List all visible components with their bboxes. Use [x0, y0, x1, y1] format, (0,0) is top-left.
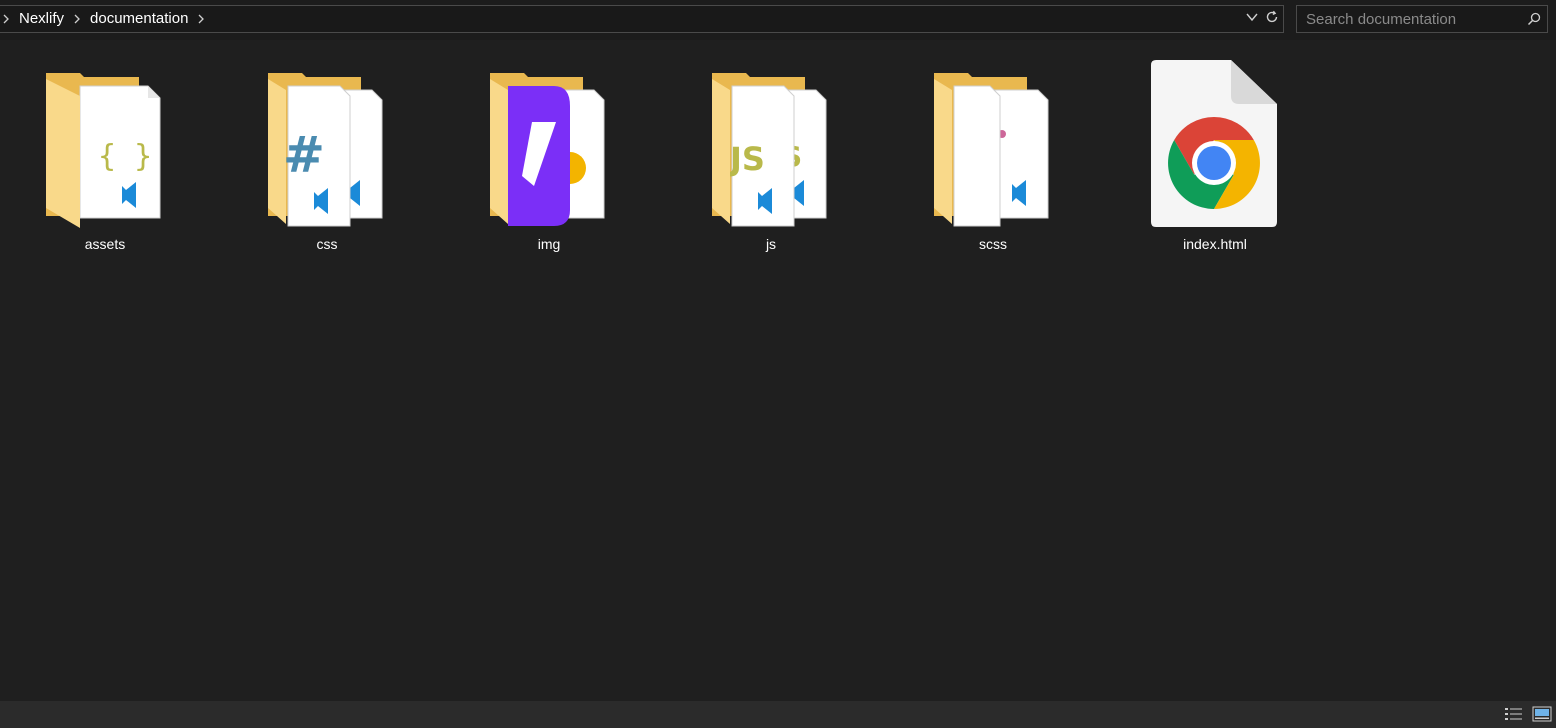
- folder-item-assets[interactable]: { } assets: [30, 58, 180, 258]
- status-bar: [0, 701, 1556, 728]
- folder-item-scss[interactable]: scss: [918, 58, 1068, 258]
- item-label: img: [537, 236, 561, 252]
- folder-icon: : #: [268, 73, 383, 227]
- folder-icon: S JS: [712, 73, 827, 227]
- folder-icon: [934, 73, 1049, 227]
- address-actions: [1245, 6, 1279, 32]
- chevron-down-icon[interactable]: [1245, 10, 1259, 29]
- folder-icon: [490, 73, 605, 226]
- folder-item-css[interactable]: : # css: [252, 58, 402, 258]
- search-input[interactable]: [1297, 6, 1521, 32]
- refresh-icon[interactable]: [1265, 10, 1279, 29]
- folder-icon: { }: [46, 73, 161, 228]
- item-label: index.html: [1183, 236, 1247, 252]
- folder-item-js[interactable]: S JS js: [696, 58, 846, 258]
- chevron-right-icon[interactable]: [70, 5, 84, 33]
- svg-text:{ }: { }: [98, 139, 152, 174]
- item-label: js: [765, 236, 777, 252]
- item-label: scss: [979, 236, 1007, 252]
- search-box[interactable]: [1296, 5, 1548, 33]
- breadcrumb-documentation[interactable]: documentation: [84, 5, 194, 33]
- svg-text:JS: JS: [728, 140, 765, 178]
- folder-item-img[interactable]: img: [474, 58, 624, 258]
- large-icons-view-icon[interactable]: [1532, 706, 1552, 722]
- address-bar[interactable]: Nexlify documentation: [0, 5, 1284, 33]
- file-list: { } assets : # css img: [0, 40, 1556, 701]
- svg-text:#: #: [283, 126, 325, 184]
- chrome-html-file-icon: [1151, 60, 1277, 227]
- chevron-right-icon[interactable]: [194, 5, 208, 33]
- details-view-icon[interactable]: [1504, 706, 1524, 722]
- item-label: css: [316, 236, 338, 252]
- breadcrumb-nexlify[interactable]: Nexlify: [13, 5, 70, 33]
- top-bar: Nexlify documentation: [0, 0, 1556, 40]
- file-item-index-html[interactable]: index.html: [1140, 58, 1290, 258]
- item-label: assets: [84, 236, 126, 252]
- chevron-right-icon[interactable]: [0, 5, 13, 33]
- search-icon[interactable]: [1521, 6, 1547, 32]
